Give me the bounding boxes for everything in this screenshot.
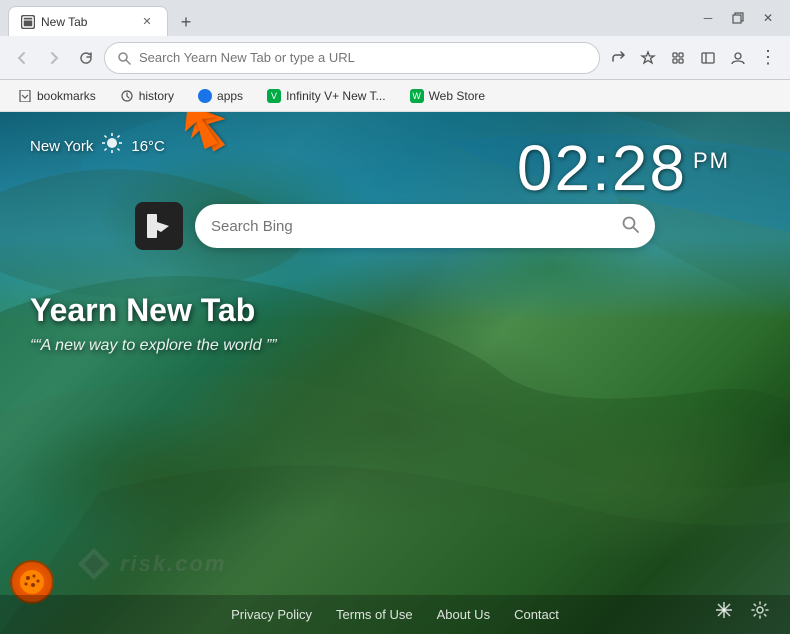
forward-button[interactable] [40,44,68,72]
risk-logo-icon [76,546,112,582]
bookmark-apps[interactable]: apps [188,84,253,108]
bookmark-star-icon[interactable] [634,44,662,72]
extensions-icon[interactable] [664,44,692,72]
clock-time: 02:28PM [517,132,730,204]
tab-title: New Tab [41,15,133,29]
clock-ampm: PM [693,148,730,173]
search-box[interactable] [195,204,655,248]
bookmark-bookmarks-icon [18,89,32,103]
search-input[interactable] [211,218,613,235]
window-controls: ─ ✕ [694,4,782,32]
profile-icon[interactable] [724,44,752,72]
tagline-title: Yearn New Tab [30,292,277,329]
search-icon [117,51,131,65]
bookmark-webstore-label: Web Store [429,89,485,103]
bookmark-bookmarks[interactable]: bookmarks [8,84,106,108]
bookmark-history-icon [120,89,134,103]
weather-temp: 16°C [131,138,165,155]
cookie-svg [19,569,45,595]
bookmark-infinity-label: Infinity V+ New T... [286,89,386,103]
back-button[interactable] [8,44,36,72]
minimize-button[interactable]: ─ [694,4,722,32]
footer: Privacy Policy Terms of Use About Us Con… [0,595,790,634]
tagline-area: Yearn New Tab A new way to explore the w… [30,292,277,355]
clock-area: 02:28PM [517,136,730,200]
bookmark-history-label: history [139,89,174,103]
title-bar: New Tab ✕ + ─ ✕ [0,0,790,36]
address-input[interactable] [139,50,587,65]
sun-icon [101,132,123,154]
about-us-link[interactable]: About Us [437,607,490,622]
footer-icons [710,596,774,624]
close-button[interactable]: ✕ [754,4,782,32]
main-content: New York 16°C 02:28PM [0,112,790,634]
bing-logo [135,202,183,250]
risk-watermark-area: risk.com [76,546,227,582]
weather-city: New York [30,138,93,155]
terms-of-use-link[interactable]: Terms of Use [336,607,413,622]
bookmark-webstore[interactable]: W Web Store [400,84,495,108]
toolbar-icons: ⋮ [604,44,782,72]
tab-strip: New Tab ✕ + [8,0,686,36]
tab-favicon [21,15,35,29]
restore-button[interactable] [724,4,752,32]
privacy-policy-link[interactable]: Privacy Policy [231,607,312,622]
bookmarks-bar: bookmarks history apps V Infinity V+ New… [0,80,790,112]
bookmark-bookmarks-label: bookmarks [37,89,96,103]
tab-new-tab[interactable]: New Tab ✕ [8,6,168,36]
bookmark-webstore-icon: W [410,89,424,103]
tab-close-btn[interactable]: ✕ [139,14,155,30]
new-tab-button[interactable]: + [172,8,200,36]
toolbar: ⋮ [0,36,790,80]
bookmark-infinity-icon: V [267,89,281,103]
address-bar[interactable] [104,42,600,74]
bookmark-apps-icon [198,89,212,103]
menu-icon[interactable]: ⋮ [754,44,782,72]
settings-icon[interactable] [746,596,774,624]
contact-link[interactable]: Contact [514,607,559,622]
risk-watermark-text: risk.com [120,551,227,577]
bookmark-history[interactable]: history [110,84,184,108]
bookmark-infinity[interactable]: V Infinity V+ New T... [257,84,396,108]
sidebar-toggle-icon[interactable] [694,44,722,72]
reload-button[interactable] [72,44,100,72]
bing-logo-icon [145,212,173,240]
search-submit-icon[interactable] [621,215,639,238]
share-icon[interactable] [604,44,632,72]
weather-icon [101,132,123,160]
weather-area: New York 16°C [30,132,165,160]
search-area [135,202,655,250]
tagline-subtitle: A new way to explore the world [30,337,277,355]
snowflake-icon[interactable] [710,596,738,624]
bookmark-apps-label: apps [217,89,243,103]
